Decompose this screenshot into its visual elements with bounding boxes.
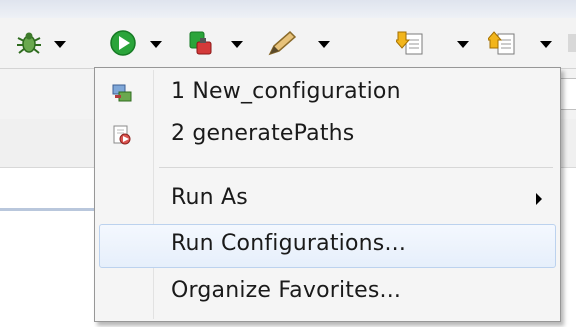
chevron-down-icon[interactable] [540, 41, 552, 48]
chevron-down-icon[interactable] [150, 41, 162, 48]
chevron-down-icon[interactable] [457, 41, 469, 48]
overflow-icon [568, 34, 576, 52]
chevron-down-icon[interactable] [231, 41, 243, 48]
menu-item-run-as[interactable]: Run As [99, 178, 556, 222]
menu-item-label: 2 generatePaths [171, 121, 355, 146]
external-tools-button[interactable] [186, 28, 256, 58]
bug-icon [17, 32, 41, 54]
debug-button[interactable] [14, 28, 94, 58]
menu-item-label: Run Configurations... [171, 231, 407, 256]
chevron-down-icon[interactable] [318, 41, 330, 48]
run-button[interactable] [108, 28, 178, 58]
java-app-launch-icon [113, 125, 131, 145]
launch-config-icon [112, 84, 132, 102]
divider [0, 208, 96, 211]
window-title-strip [0, 0, 576, 19]
menu-item-label: Run As [171, 185, 248, 210]
previous-annotation-button[interactable] [488, 28, 576, 58]
pen-button[interactable] [266, 28, 346, 58]
menu-separator [159, 167, 553, 168]
menu-item-label: 1 New_configuration [171, 79, 401, 104]
menu-item-generate-paths[interactable]: 2 generatePaths [99, 114, 556, 158]
next-annotation-icon [396, 31, 423, 55]
run-dropdown-menu: 1 New_configuration 2 generatePaths Run … [94, 67, 561, 322]
pen-icon [268, 30, 297, 56]
previous-annotation-icon [488, 31, 515, 55]
run-icon [110, 30, 136, 56]
main-toolbar [0, 18, 576, 68]
chevron-down-icon[interactable] [54, 41, 66, 48]
menu-item-run-configurations[interactable]: Run Configurations... [99, 224, 556, 268]
menu-item-label: Organize Favorites... [171, 278, 402, 303]
menu-item-organize-favorites[interactable]: Organize Favorites... [99, 271, 556, 315]
next-annotation-button[interactable] [396, 28, 476, 58]
external-tools-icon [189, 31, 212, 55]
chevron-right-icon [536, 193, 542, 205]
menu-item-new-configuration[interactable]: 1 New_configuration [99, 72, 556, 116]
